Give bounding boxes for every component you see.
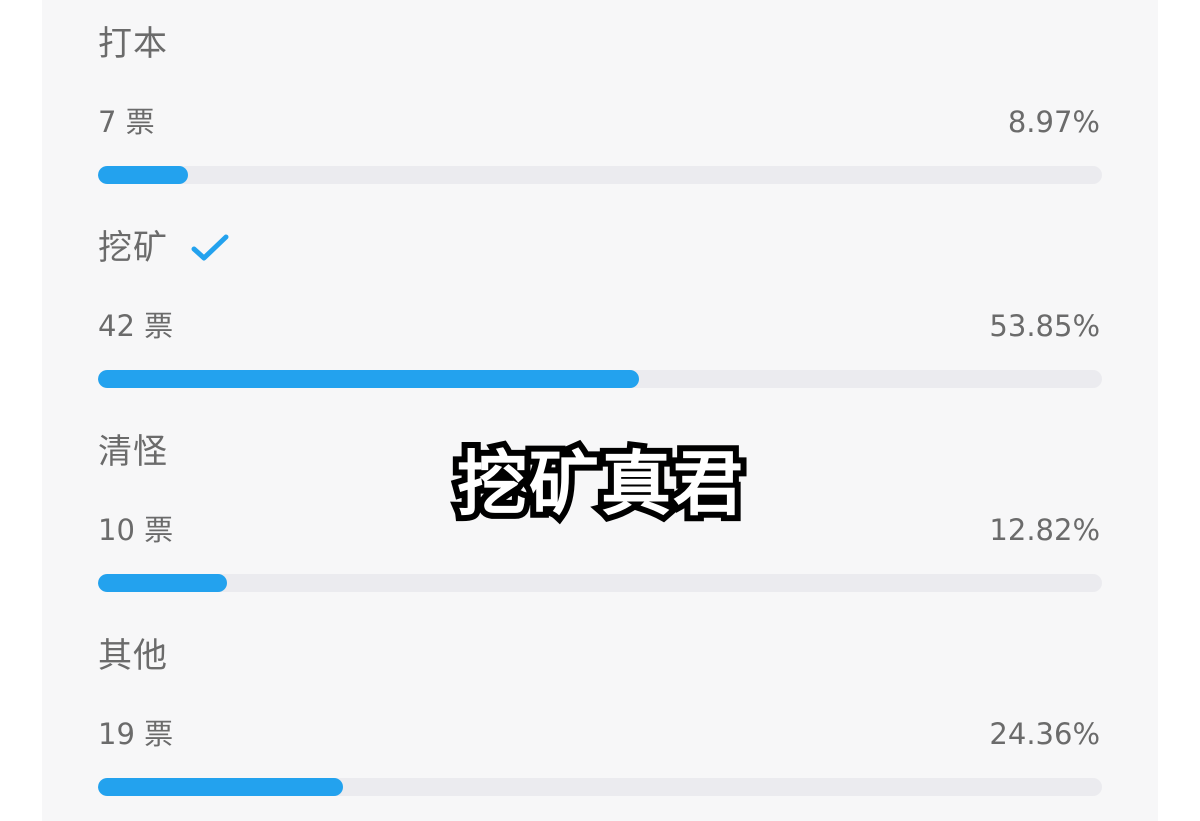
vote-percent: 53.85% <box>989 309 1100 343</box>
vote-count: 7 票 <box>98 105 155 139</box>
overlay-caption: 挖矿真君 <box>451 437 749 531</box>
option-label-row: 挖矿 <box>98 224 230 272</box>
option-label-row: 其他 <box>98 632 168 680</box>
option-label: 挖矿 <box>98 228 168 268</box>
option-label-row: 清怪 <box>98 428 168 476</box>
option-label: 打本 <box>98 24 168 64</box>
progress-fill <box>98 166 189 184</box>
progress-track <box>98 166 1102 184</box>
progress-track <box>98 778 1102 796</box>
option-label: 其他 <box>98 636 168 676</box>
progress-fill <box>98 778 343 796</box>
vote-percent: 8.97% <box>1007 105 1100 139</box>
progress-track <box>98 574 1102 592</box>
option-label: 清怪 <box>98 432 168 472</box>
vote-percent: 12.82% <box>989 513 1100 547</box>
progress-track <box>98 370 1102 388</box>
vote-count: 19 票 <box>98 717 174 751</box>
poll-option[interactable]: 挖矿 42 票 53.85% <box>98 208 1102 408</box>
progress-fill <box>98 574 227 592</box>
vote-count: 10 票 <box>98 513 174 547</box>
poll-option[interactable]: 其他 19 票 24.36% <box>98 616 1102 816</box>
poll-option[interactable]: 打本 7 票 8.97% <box>98 4 1102 204</box>
option-label-row: 打本 <box>98 20 168 68</box>
vote-count: 42 票 <box>98 309 174 343</box>
progress-fill <box>98 370 639 388</box>
poll-results: 打本 7 票 8.97% 挖矿 42 票 53.85% 清怪 10 票 12.8… <box>98 0 1102 821</box>
check-icon <box>191 234 229 261</box>
vote-percent: 24.36% <box>989 717 1100 751</box>
